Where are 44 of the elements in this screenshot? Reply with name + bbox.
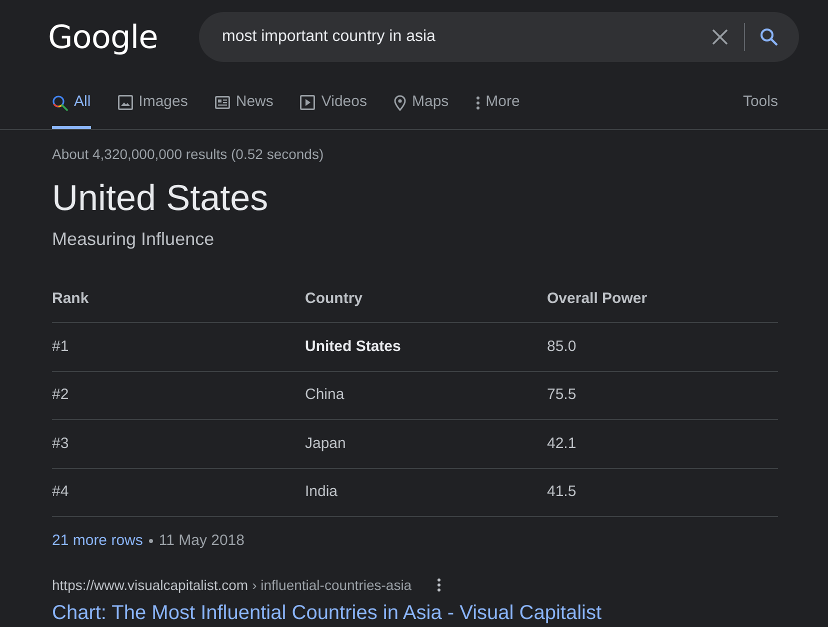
column-header: Overall Power	[547, 289, 648, 310]
table-cell-text: #3	[52, 434, 69, 454]
result-title-link[interactable]: Chart: The Most Influential Countries in Asia - Visual Capitalist	[52, 600, 778, 626]
vertical-dots-icon	[476, 96, 480, 110]
tools-button[interactable]: Tools	[742, 81, 778, 129]
result-stats: About 4,320,000,000 results (0.52 seconds)	[52, 145, 325, 163]
close-icon	[712, 29, 728, 45]
search-button[interactable]	[759, 27, 779, 47]
table-cell-text: 42.1	[547, 434, 576, 454]
vertical-dots-icon	[436, 578, 441, 592]
date: 11 May 2018	[158, 531, 244, 551]
search-query: most important country in asia	[222, 27, 436, 47]
nav-tab[interactable]: Maps	[394, 81, 449, 129]
column-header: Country	[305, 289, 362, 310]
table-cell-text: #2	[52, 385, 69, 405]
search-field[interactable]: most important country in asia	[199, 12, 799, 62]
result-url: https://www.visualcapitalist.com	[52, 576, 248, 594]
newspaper-icon	[214, 96, 230, 109]
table-cell-text: United States	[305, 336, 401, 356]
table-cell-text: Japan	[305, 434, 346, 454]
result-path: › influential-countries-asia	[252, 576, 412, 594]
table-cell-text: 85.0	[547, 336, 576, 356]
search-icon	[52, 94, 68, 110]
column-header: Rank	[52, 289, 89, 310]
clear-button[interactable]	[710, 27, 730, 47]
answer-subtitle: Measuring Influence	[52, 228, 216, 251]
table-cell-text: 41.5	[547, 482, 576, 502]
map-pin-icon	[394, 94, 406, 110]
search-icon	[760, 28, 778, 46]
logo[interactable]: Google	[48, 21, 199, 53]
table-cell-text: India	[305, 482, 338, 502]
play-icon	[300, 95, 316, 110]
nav-tab[interactable]: News	[214, 81, 274, 129]
nav-tab[interactable]: More	[476, 81, 520, 129]
table-cell-text: China	[305, 385, 344, 405]
table-cell-text: #4	[52, 482, 69, 502]
answer-title: United States	[52, 176, 270, 220]
table-cell-text: 75.5	[547, 385, 576, 405]
table-cell-text: #1	[52, 336, 69, 356]
more-rows-link[interactable]: 21 more rows	[52, 531, 143, 551]
nav-tab[interactable]: Images	[118, 81, 188, 129]
nav-tab[interactable]: All	[52, 81, 91, 129]
nav-tab[interactable]: Videos	[300, 81, 367, 129]
image-icon	[118, 95, 133, 110]
